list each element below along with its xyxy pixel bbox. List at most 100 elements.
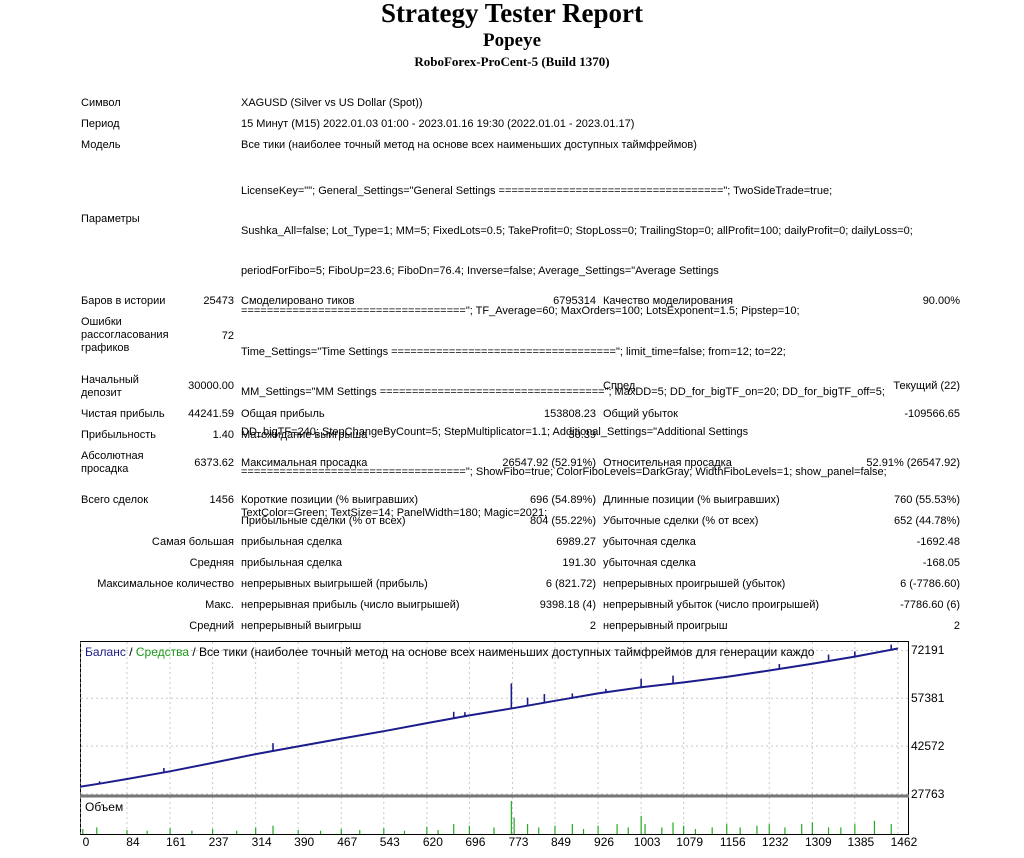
x-tick-label: 620 (422, 835, 443, 849)
x-tick-label: 1309 (804, 835, 832, 849)
max-profit-label: непрерывная прибыль (число выигрышей) (241, 599, 460, 611)
period-label: Период (81, 118, 120, 130)
x-tick-label: 926 (594, 835, 615, 849)
profit-factor-label: Прибыльность (81, 429, 156, 441)
max-drawdown-value: 26547.92 (52.91%) (502, 457, 596, 469)
x-tick-label: 696 (465, 835, 486, 849)
balance-line (80, 647, 899, 788)
loss-trades-value: 652 (44.78%) (893, 515, 960, 527)
avg-win-label: непрерывный выигрыш (241, 620, 362, 632)
volume-label: Объем (85, 800, 123, 814)
errors-value: 72 (221, 330, 234, 342)
short-positions-value: 696 (54.89%) (529, 494, 596, 506)
largest-loss-value: -1692.48 (916, 536, 960, 548)
legend-balance: Баланс (85, 645, 126, 659)
balance-chart: Баланс / Средства / Все тики (наиболее т… (80, 641, 909, 835)
profit-factor-value: 1.40 (212, 429, 234, 441)
max-count-wins-value: 6 (821.72) (545, 578, 596, 590)
max-loss-value: -7786.60 (6) (900, 599, 960, 611)
legend-equity: Средства (136, 645, 189, 659)
report-title: Strategy Tester Report (381, 0, 643, 28)
gross-loss-value: -109566.65 (904, 408, 960, 420)
bars-value: 25473 (203, 295, 234, 307)
x-tick-label: 1232 (761, 835, 789, 849)
deposit-label: Начальный депозит (81, 374, 139, 399)
total-trades-label: Всего сделок (81, 494, 149, 506)
spread-label: Спред (603, 380, 636, 392)
average-profit-label: прибыльная сделка (241, 557, 343, 569)
model-label: Модель (81, 139, 121, 151)
largest-label: Самая большая (151, 536, 234, 548)
average-loss-label: убыточная сделка (603, 557, 696, 569)
max-label: Макс. (205, 599, 234, 611)
gross-profit-value: 153808.23 (544, 408, 596, 420)
long-positions-label: Длинные позиции (% выигравших) (603, 494, 780, 506)
period-value: 15 Минут (M15) 2022.01.03 01:00 - 2023.0… (241, 118, 635, 130)
average-profit-value: 191.30 (562, 557, 596, 569)
ticks-label: Смоделировано тиков (241, 295, 355, 307)
spread-value: Текущий (22) (893, 380, 960, 392)
gross-profit-label: Общая прибыль (241, 408, 325, 420)
max-loss-label: непрерывный убыток (число проигрышей) (603, 599, 820, 611)
largest-profit-label: прибыльная сделка (241, 536, 343, 548)
params-line: periodForFibo=5; FiboUp=23.6; FiboDn=76.… (241, 265, 719, 278)
y-tick-label: 27763 (911, 787, 945, 801)
symbol-label: Символ (81, 97, 121, 109)
avg-win-value: 2 (589, 620, 596, 632)
x-tick-label: 161 (166, 835, 187, 849)
avg-loss-value: 2 (953, 620, 960, 632)
avg-label: Средний (189, 620, 234, 632)
deposit-value: 30000.00 (188, 380, 234, 392)
legend-description: / Все тики (наиболее точный метод на осн… (189, 645, 815, 659)
max-count-label: Максимальное количество (97, 578, 234, 590)
x-tick-label: 1079 (676, 835, 704, 849)
x-tick-label: 1156 (719, 835, 746, 849)
chart-legend: Баланс / Средства / Все тики (наиболее т… (85, 645, 815, 659)
y-tick-label: 57381 (911, 691, 945, 706)
short-positions-label: Короткие позиции (% выигравших) (241, 494, 419, 506)
long-positions-value: 760 (55.53%) (893, 494, 960, 506)
x-axis: 0 84 161 237 314 390 467 543 620 696 773 849 926 1003… (80, 835, 918, 853)
x-tick-label: 773 (508, 835, 529, 849)
x-tick-label: 314 (251, 835, 272, 849)
total-trades-value: 1456 (209, 494, 234, 506)
expected-payoff-label: Матожидание выигрыша (241, 429, 368, 441)
volume-separator (80, 794, 909, 798)
expert-name: Popeye (482, 30, 542, 51)
params-text: LicenseKey=""; General_Settings="General… (241, 158, 1001, 533)
params-line: LicenseKey=""; General_Settings="General… (241, 184, 833, 197)
x-tick-label: 1003 (633, 835, 661, 849)
rel-drawdown-label: Относительная просадка (603, 457, 732, 469)
profit-trades-value: 804 (55.22%) (529, 515, 596, 527)
avg-loss-label: непрерывный проигрыш (603, 620, 728, 632)
max-drawdown-label: Максимальная просадка (241, 457, 368, 469)
abs-drawdown-label: Абсолютная просадка (81, 450, 144, 475)
abs-drawdown-value: 6373.62 (194, 457, 234, 469)
x-tick-label: 1462 (890, 835, 918, 849)
symbol-value: XAGUSD (Silver vs US Dollar (Spot)) (241, 97, 423, 109)
params-line: Time_Settings="Time Settings ===========… (241, 345, 786, 358)
profit-trades-label: Прибыльные сделки (% от всех) (241, 515, 406, 527)
max-profit-value: 9398.18 (4) (539, 599, 596, 611)
legend-separator: / (126, 645, 136, 659)
y-tick-label: 42572 (911, 739, 945, 754)
x-tick-label: 237 (208, 835, 229, 849)
largest-profit-value: 6989.27 (556, 536, 596, 548)
rel-drawdown-value: 52.91% (26547.92) (866, 457, 960, 469)
max-count-wins-label: непрерывных выигрышей (прибыль) (241, 578, 428, 590)
x-tick-label: 849 (550, 835, 571, 849)
net-profit-value: 44241.59 (188, 408, 234, 420)
expected-payoff-value: 30.39 (568, 429, 596, 441)
y-tick-label: 72191 (911, 643, 945, 658)
broker-name: RoboForex-ProCent-5 (Build 1370) (414, 54, 610, 69)
x-tick-label: 0 (82, 835, 90, 849)
params-line: Sushka_All=false; Lot_Type=1; MM=5; Fixe… (241, 225, 913, 238)
max-count-losses-value: 6 (-7786.60) (900, 578, 960, 590)
largest-loss-label: убыточная сделка (603, 536, 696, 548)
x-tick-label: 84 (126, 835, 140, 849)
chart-frame (80, 641, 909, 835)
average-label: Средняя (189, 557, 234, 569)
loss-trades-label: Убыточные сделки (% от всех) (603, 515, 759, 527)
x-tick-label: 1385 (847, 835, 875, 849)
quality-label: Качество моделирования (603, 295, 733, 307)
